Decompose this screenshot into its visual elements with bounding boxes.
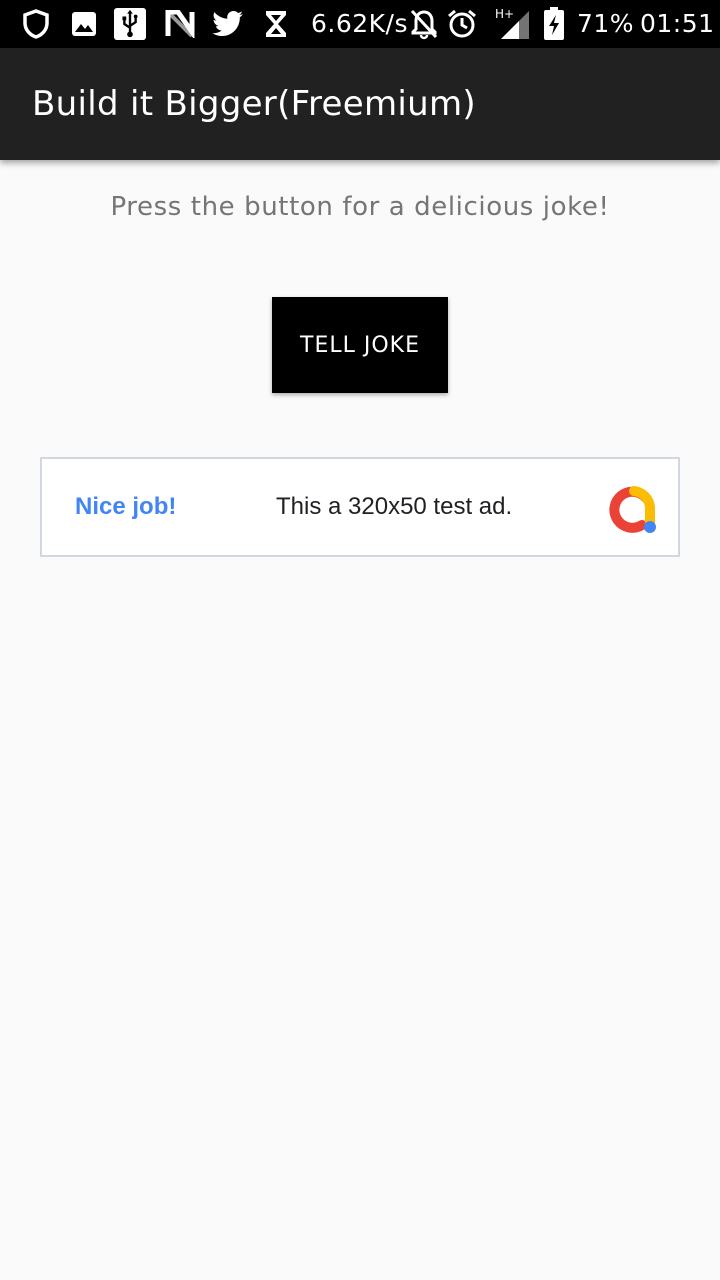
ad-headline[interactable]: Nice job! — [75, 459, 176, 555]
battery-charging-icon — [538, 7, 570, 40]
twitter-icon — [212, 8, 244, 40]
network-type: H+ — [495, 7, 514, 21]
image-icon — [68, 8, 100, 40]
app-bar: Build it Bigger(Freemium) — [0, 48, 720, 160]
signal-icon: H+ — [494, 7, 534, 40]
notifications-off-icon — [408, 8, 440, 40]
clock: 01:51 — [640, 9, 715, 38]
tell-joke-button[interactable]: TELL JOKE — [272, 297, 448, 393]
admob-logo-icon — [604, 481, 660, 537]
shield-icon — [20, 8, 52, 40]
ad-body-text: This a 320x50 test ad. — [276, 493, 513, 520]
joke-prompt: Press the button for a delicious joke! — [110, 192, 610, 222]
status-bar: 6.62K/s H+ 71% 01:51 — [0, 0, 720, 48]
alarm-icon — [446, 8, 478, 40]
hourglass-icon — [260, 8, 292, 40]
battery-percentage: 71% — [577, 9, 635, 38]
n-icon — [164, 8, 196, 40]
usb-icon — [114, 8, 146, 40]
network-speed: 6.62K/s — [311, 9, 409, 38]
app-title: Build it Bigger(Freemium) — [32, 84, 476, 124]
test-ad-banner[interactable]: Nice job! This a 320x50 test ad. — [40, 457, 680, 557]
